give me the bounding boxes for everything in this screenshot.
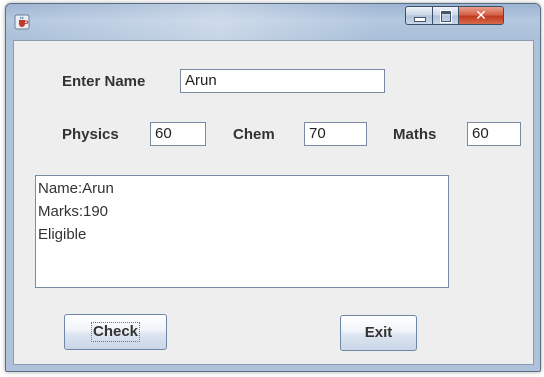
title-bar[interactable]: ✕ [6,4,540,40]
maths-input[interactable]: 60 [467,122,521,146]
result-line-name: Name:Arun [38,180,114,197]
chem-label: Chem [233,126,275,143]
java-coffee-icon [14,14,30,30]
maximize-button[interactable] [432,6,459,25]
name-input[interactable]: Arun [180,69,385,93]
result-textarea[interactable]: Name:Arun Marks:190 Eligible [35,175,449,288]
chem-input[interactable]: 70 [304,122,367,146]
exit-button-label: Exit [364,324,393,341]
result-line-marks: Marks:190 [38,203,109,220]
physics-input[interactable]: 60 [150,122,206,146]
result-line-status: Eligible [38,226,87,243]
maths-label: Maths [393,126,437,143]
close-button[interactable]: ✕ [458,6,504,25]
client-area: Enter Name Arun Physics 60 Chem 70 Maths… [13,40,534,365]
minimize-button[interactable] [405,6,433,25]
app-window: ✕ Enter Name Arun Physics 60 Chem 70 Mat… [5,3,541,372]
physics-label: Physics [62,126,119,143]
exit-button[interactable]: Exit [340,315,417,351]
check-button-label: Check [90,322,141,342]
name-label: Enter Name [62,73,146,90]
close-icon: ✕ [475,7,487,23]
check-button[interactable]: Check [64,314,167,350]
